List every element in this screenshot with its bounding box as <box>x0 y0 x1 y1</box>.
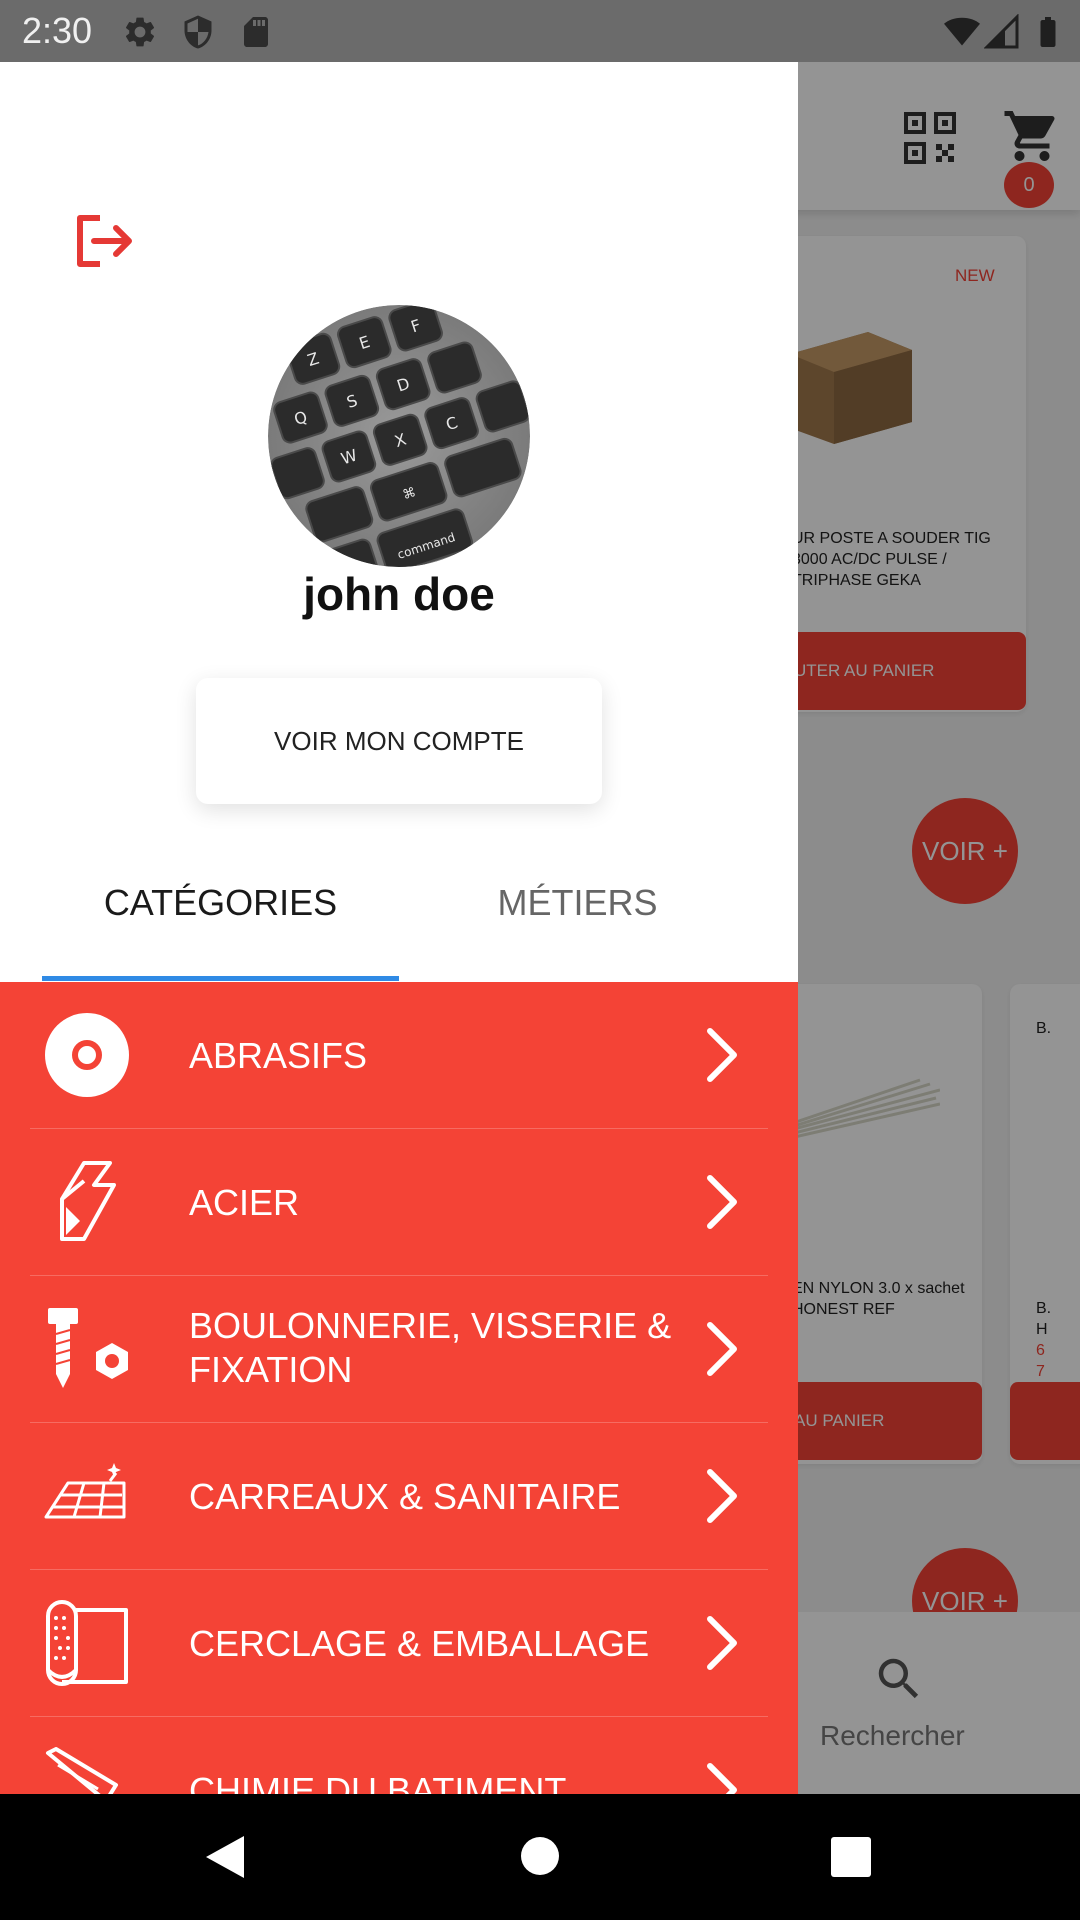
sd-card-icon <box>244 17 268 47</box>
battery-icon <box>1040 17 1056 47</box>
category-label: CHIMIE DU BATIMENT <box>189 1770 567 1794</box>
cellular-signal-icon <box>984 14 1019 49</box>
back-icon[interactable] <box>202 1834 248 1880</box>
abrasive-disc-icon <box>45 1013 129 1097</box>
status-time: 2:30 <box>22 10 93 51</box>
view-account-button[interactable]: VOIR MON COMPTE <box>196 678 602 804</box>
tab-metiers[interactable]: MÉTIERS <box>399 882 756 942</box>
category-label: CERCLAGE & EMBALLAGE <box>189 1623 650 1664</box>
steel-profile-icon <box>60 1161 116 1241</box>
tiles-icon <box>44 1463 126 1519</box>
bolt-nut-icon <box>48 1308 128 1388</box>
category-item-carreaux[interactable]: CARREAUX & SANITAIRE <box>0 1423 798 1570</box>
chevron-right-icon <box>707 1469 737 1523</box>
settings-icon <box>125 17 155 47</box>
chevron-right-icon <box>707 1616 737 1670</box>
chevron-right-icon <box>707 1028 737 1082</box>
category-label: CARREAUX & SANITAIRE <box>189 1476 621 1517</box>
category-item-cerclage[interactable]: CERCLAGE & EMBALLAGE <box>0 1570 798 1717</box>
chevron-right-icon <box>707 1175 737 1229</box>
caulk-gun-icon <box>46 1747 118 1794</box>
home-icon[interactable] <box>520 1836 560 1876</box>
wifi-icon <box>944 17 980 46</box>
navigation-drawer: ZEF QSD WXC ⌘ command john doe VOIR MON C… <box>0 62 798 1794</box>
category-item-abrasifs[interactable]: ABRASIFS <box>0 982 798 1129</box>
chevron-right-icon <box>707 1763 737 1794</box>
chevron-right-icon <box>707 1322 737 1376</box>
system-navigation-bar <box>0 1794 1080 1920</box>
category-label: BOULONNERIE, VISSERIE & FIXATION <box>189 1305 672 1390</box>
category-label: ABRASIFS <box>189 1035 368 1076</box>
status-bar: 2:30 <box>0 0 1080 62</box>
category-list: ABRASIFS ACIER BOULONNERIE, VISSERIE & F… <box>0 982 798 1794</box>
recents-icon[interactable] <box>830 1836 872 1878</box>
active-tab-indicator <box>42 976 399 981</box>
user-name: john doe <box>303 568 495 620</box>
shield-icon <box>184 15 212 49</box>
avatar[interactable]: ZEF QSD WXC ⌘command <box>268 305 530 567</box>
category-item-acier[interactable]: ACIER <box>0 1129 798 1276</box>
category-item-chimie[interactable]: CHIMIE DU BATIMENT <box>0 1717 798 1794</box>
logout-icon[interactable] <box>76 214 134 268</box>
category-label: ACIER <box>189 1182 300 1223</box>
category-item-boulonnerie[interactable]: BOULONNERIE, VISSERIE & FIXATION <box>0 1276 798 1423</box>
packaging-roll-icon <box>46 1600 128 1686</box>
tab-categories[interactable]: CATÉGORIES <box>42 882 399 942</box>
